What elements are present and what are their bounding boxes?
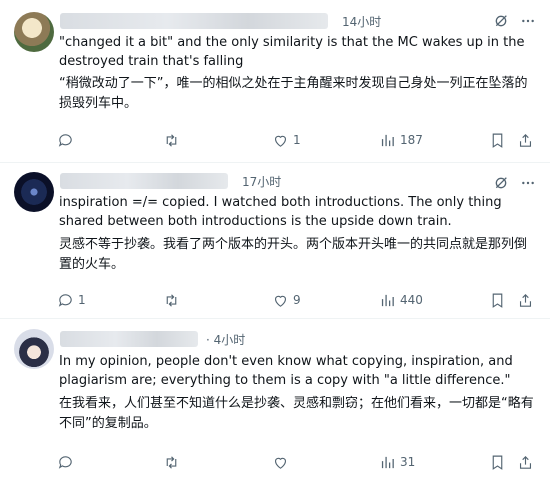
views-button[interactable]: 31 <box>379 452 415 472</box>
reply-post[interactable]: · 4小时 In my opinion, people don't even k… <box>0 319 550 482</box>
post-time[interactable]: 14小时 <box>342 13 381 30</box>
retweet-icon <box>166 455 177 469</box>
like-icon <box>274 295 287 307</box>
like-button[interactable]: 9 <box>272 290 301 310</box>
post-text-original: In my opinion, people don't even know wh… <box>59 354 513 388</box>
blurred-username[interactable] <box>60 13 328 29</box>
blurred-username[interactable] <box>60 331 198 347</box>
bookmark-icon <box>492 455 503 470</box>
share-icon <box>519 455 532 469</box>
action-bar: 1 187 <box>57 130 532 150</box>
share-button[interactable] <box>517 130 534 150</box>
action-bar: 31 <box>57 452 532 472</box>
share-button[interactable] <box>517 452 534 472</box>
retweet-button[interactable] <box>163 290 184 310</box>
like-button[interactable] <box>272 452 293 472</box>
reply-post[interactable]: 14小时 "changed it a bit" and the only sim… <box>0 0 550 163</box>
share-icon <box>519 293 532 307</box>
views-icon <box>381 294 394 306</box>
retweet-button[interactable] <box>163 452 184 472</box>
share-button[interactable] <box>517 290 534 310</box>
more-icon[interactable] <box>520 175 536 191</box>
reply-icon <box>58 133 72 147</box>
reply-button[interactable]: 1 <box>57 290 86 310</box>
post-text-translation: 在我看来，人们甚至不知道什么是抄袭、灵感和剽窃；在他们看来，一切都是“略有不同”… <box>59 396 534 431</box>
post-time[interactable]: 17小时 <box>242 173 281 190</box>
avatar[interactable] <box>14 12 54 52</box>
retweet-icon <box>166 133 177 147</box>
share-icon <box>519 133 532 147</box>
bookmark-button[interactable] <box>489 290 506 310</box>
retweet-button[interactable] <box>163 130 184 150</box>
reply-icon <box>58 455 72 469</box>
post-time[interactable]: · 4小时 <box>206 331 245 348</box>
like-count: 9 <box>293 293 301 307</box>
views-button[interactable]: 440 <box>379 290 423 310</box>
like-icon <box>274 457 287 469</box>
grok-icon[interactable] <box>493 13 509 29</box>
like-count: 1 <box>293 133 301 147</box>
avatar[interactable] <box>14 172 54 212</box>
bookmark-button[interactable] <box>489 452 506 472</box>
reply-icon <box>58 293 72 307</box>
view-count: 440 <box>400 293 423 307</box>
view-count: 31 <box>400 455 416 469</box>
like-button[interactable]: 1 <box>272 130 301 150</box>
views-icon <box>381 456 394 468</box>
views-button[interactable]: 187 <box>379 130 423 150</box>
post-text-original: inspiration =/= copied. I watched both i… <box>59 195 502 229</box>
reply-post[interactable]: 17小时 inspiration =/= copied. I watched b… <box>0 163 550 319</box>
view-count: 187 <box>400 133 423 147</box>
bookmark-button[interactable] <box>489 130 506 150</box>
avatar[interactable] <box>14 329 54 369</box>
reply-button[interactable] <box>57 452 78 472</box>
grok-icon[interactable] <box>493 175 509 191</box>
post-text-translation: “稍微改动了一下”，唯一的相似之处在于主角醒来时发现自己身处一列正在坠落的损毁列… <box>59 76 528 111</box>
blurred-username[interactable] <box>60 173 228 189</box>
bookmark-icon <box>492 293 503 308</box>
like-icon <box>274 135 287 147</box>
more-icon[interactable] <box>520 13 536 29</box>
reply-count: 1 <box>78 293 86 307</box>
views-icon <box>381 134 394 146</box>
reply-button[interactable] <box>57 130 78 150</box>
action-bar: 1 9 440 <box>57 290 532 310</box>
post-text-translation: 灵感不等于抄袭。我看了两个版本的开头。两个版本开头唯一的共同点就是那列倒置的火车… <box>59 237 528 272</box>
post-text-original: "changed it a bit" and the only similari… <box>59 35 525 69</box>
reply-feed: 14小时 "changed it a bit" and the only sim… <box>0 0 550 482</box>
bookmark-icon <box>492 133 503 148</box>
retweet-icon <box>166 293 177 307</box>
